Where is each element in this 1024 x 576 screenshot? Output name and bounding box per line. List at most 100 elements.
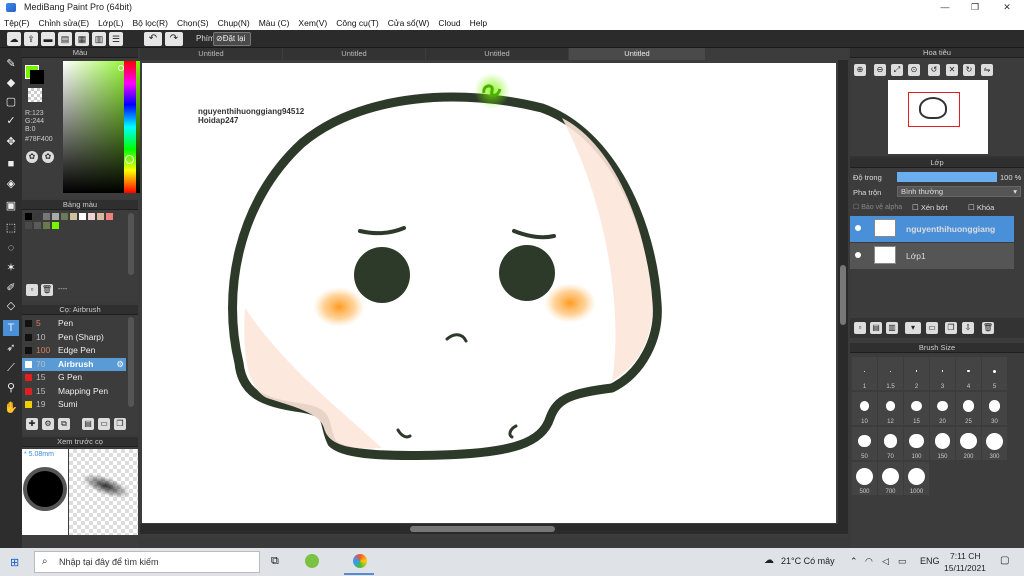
swatch[interactable] <box>43 222 50 229</box>
vertical-scroll-thumb[interactable] <box>840 265 846 325</box>
maximize-button[interactable]: ❐ <box>960 0 990 15</box>
delete-swatch-icon[interactable]: 🗑 <box>41 284 53 296</box>
actual-size-icon[interactable]: ⊙ <box>908 64 920 76</box>
panel-icon[interactable]: ▥ <box>92 32 106 46</box>
rotate-left-icon[interactable]: ↺ <box>928 64 940 76</box>
fit-icon[interactable]: ⤢ <box>891 64 903 76</box>
horizontal-scrollbar[interactable] <box>140 524 848 534</box>
select-tool-icon[interactable]: ⬚ <box>3 220 19 236</box>
swatch[interactable] <box>34 213 41 220</box>
move-tool-icon[interactable]: ✥ <box>3 134 19 150</box>
gear-icon[interactable]: ⚙ <box>116 358 124 371</box>
brush-item[interactable]: 15 Mapping Pen <box>22 385 126 398</box>
weather-text[interactable]: 21°C Có mây <box>781 556 835 566</box>
brush-size-preset[interactable]: 1 <box>852 357 877 390</box>
tab-1[interactable]: Untitled <box>140 48 282 60</box>
flip-icon[interactable]: ⇋ <box>981 64 993 76</box>
clock-time[interactable]: 7:11 CH <box>950 551 981 561</box>
dot-tool-icon[interactable]: ✓ <box>3 113 19 129</box>
navigator-preview[interactable] <box>888 80 988 154</box>
menu-file[interactable]: Tệp(F) <box>4 18 30 28</box>
palette-add-icon[interactable]: ✿ <box>42 151 54 163</box>
merge-layer-icon[interactable]: ⇩ <box>962 322 974 334</box>
layer-row[interactable]: Lớp1 <box>850 243 1014 269</box>
vertical-scrollbar[interactable] <box>838 60 848 525</box>
brush-size-preset[interactable]: 4 <box>956 357 981 390</box>
menu-help[interactable]: Help <box>470 18 487 28</box>
transparent-color[interactable] <box>28 88 42 102</box>
layer-folder-icon[interactable]: ▭ <box>926 322 938 334</box>
rect-tool-icon[interactable]: ▢ <box>3 94 19 110</box>
lasso-tool-icon[interactable]: ◌ <box>3 240 19 256</box>
grid-icon[interactable]: ▦ <box>75 32 89 46</box>
brush-size-preset[interactable]: 500 <box>852 462 877 495</box>
menu-select[interactable]: Chọn(S) <box>177 18 209 28</box>
clipping-checkbox[interactable]: ☐ Xén bớt <box>912 203 947 212</box>
duplicate-layer-icon[interactable]: ❐ <box>945 322 957 334</box>
rotate-right-icon[interactable]: ↻ <box>963 64 975 76</box>
tab-4-active[interactable]: Untitled <box>569 48 705 60</box>
brush-size-preset[interactable]: 200 <box>956 427 981 460</box>
swatch[interactable] <box>25 213 32 220</box>
brush-size-preset[interactable]: 5 <box>982 357 1007 390</box>
delete-layer-icon[interactable]: 🗑 <box>982 322 994 334</box>
gradient-tool-icon[interactable]: ▣ <box>3 198 19 214</box>
wifi-icon[interactable]: ◠ <box>865 556 873 567</box>
brush-size-preset[interactable]: 1000 <box>904 462 929 495</box>
upload-icon[interactable]: ⇪ <box>24 32 38 46</box>
zoom-out-icon[interactable]: ⊖ <box>874 64 886 76</box>
blend-select[interactable]: Bình thường ▾ <box>897 186 1021 197</box>
magic-wand-icon[interactable]: ✶ <box>3 260 19 276</box>
undo-icon[interactable]: ↶ <box>144 32 162 46</box>
swatch[interactable] <box>34 222 41 229</box>
brush-size-preset[interactable]: 70 <box>878 427 903 460</box>
reset-view-icon[interactable]: ✕ <box>946 64 958 76</box>
brush-size-preset[interactable]: 150 <box>930 427 955 460</box>
opacity-slider[interactable] <box>897 172 997 182</box>
new-halftone-layer-icon[interactable]: ▤ <box>870 322 882 334</box>
swatch-scrollbar[interactable] <box>128 213 134 275</box>
menu-view[interactable]: Xem(V) <box>298 18 327 28</box>
text-tool-icon[interactable]: T <box>3 320 19 336</box>
brush-size-preset[interactable]: 10 <box>852 392 877 425</box>
eye-icon[interactable] <box>855 252 861 258</box>
zoom-in-icon[interactable]: ⊕ <box>854 64 866 76</box>
hue-handle[interactable] <box>125 155 134 164</box>
comment-icon[interactable]: ▬ <box>41 32 55 46</box>
operation-tool-icon[interactable]: ➶ <box>3 340 19 356</box>
eyedropper-icon[interactable]: ⚲ <box>3 380 19 396</box>
sv-handle[interactable] <box>118 65 124 71</box>
brush-item[interactable]: 70 Airbrush ⚙ <box>22 357 126 371</box>
brush-item[interactable]: 19 Sumi <box>22 398 126 411</box>
palette-icon[interactable]: ✿ <box>26 151 38 163</box>
tab-3[interactable]: Untitled <box>426 48 568 60</box>
menu-layer[interactable]: Lớp(L) <box>98 18 123 28</box>
swatch[interactable] <box>70 213 77 220</box>
brush-size-preset[interactable]: 3 <box>930 357 955 390</box>
brush-size-preset[interactable]: 20 <box>930 392 955 425</box>
minimize-button[interactable]: — <box>930 0 960 15</box>
brush-size-preset[interactable]: 12 <box>878 392 903 425</box>
tray-up-icon[interactable]: ⌃ <box>850 556 858 567</box>
taskbar-search-input[interactable]: ⌕ Nhập tại đây để tìm kiếm <box>34 551 260 573</box>
task-view-icon[interactable]: ⧉ <box>271 555 279 568</box>
swatch[interactable] <box>25 222 32 229</box>
layer-row[interactable]: nguyenthihuonggiang <box>850 216 1014 242</box>
bucket-tool-icon[interactable]: ◈ <box>3 176 19 192</box>
tab-2[interactable]: Untitled <box>283 48 425 60</box>
eye-icon[interactable] <box>855 225 861 231</box>
brush-tool-icon[interactable]: ✎ <box>3 56 19 72</box>
cloud-icon[interactable]: ☁ <box>7 32 21 46</box>
brush-settings-icon[interactable]: ⚙ <box>42 418 54 430</box>
battery-icon[interactable]: ▭ <box>898 556 907 567</box>
lock-checkbox[interactable]: ☐ Khóa <box>968 203 994 212</box>
volume-icon[interactable]: ◁ <box>882 556 889 567</box>
brush-size-preset[interactable]: 30 <box>982 392 1007 425</box>
medibang-taskbar-icon[interactable] <box>353 554 367 568</box>
menu-cloud[interactable]: Cloud <box>438 18 460 28</box>
add-brush-icon[interactable]: ✚ <box>26 418 38 430</box>
fill-rect-tool-icon[interactable]: ■ <box>3 156 19 172</box>
brush-size-preset[interactable]: 100 <box>904 427 929 460</box>
brush-item[interactable]: 15 G Pen <box>22 371 126 384</box>
new-8bit-layer-icon[interactable]: ▥ <box>886 322 898 334</box>
